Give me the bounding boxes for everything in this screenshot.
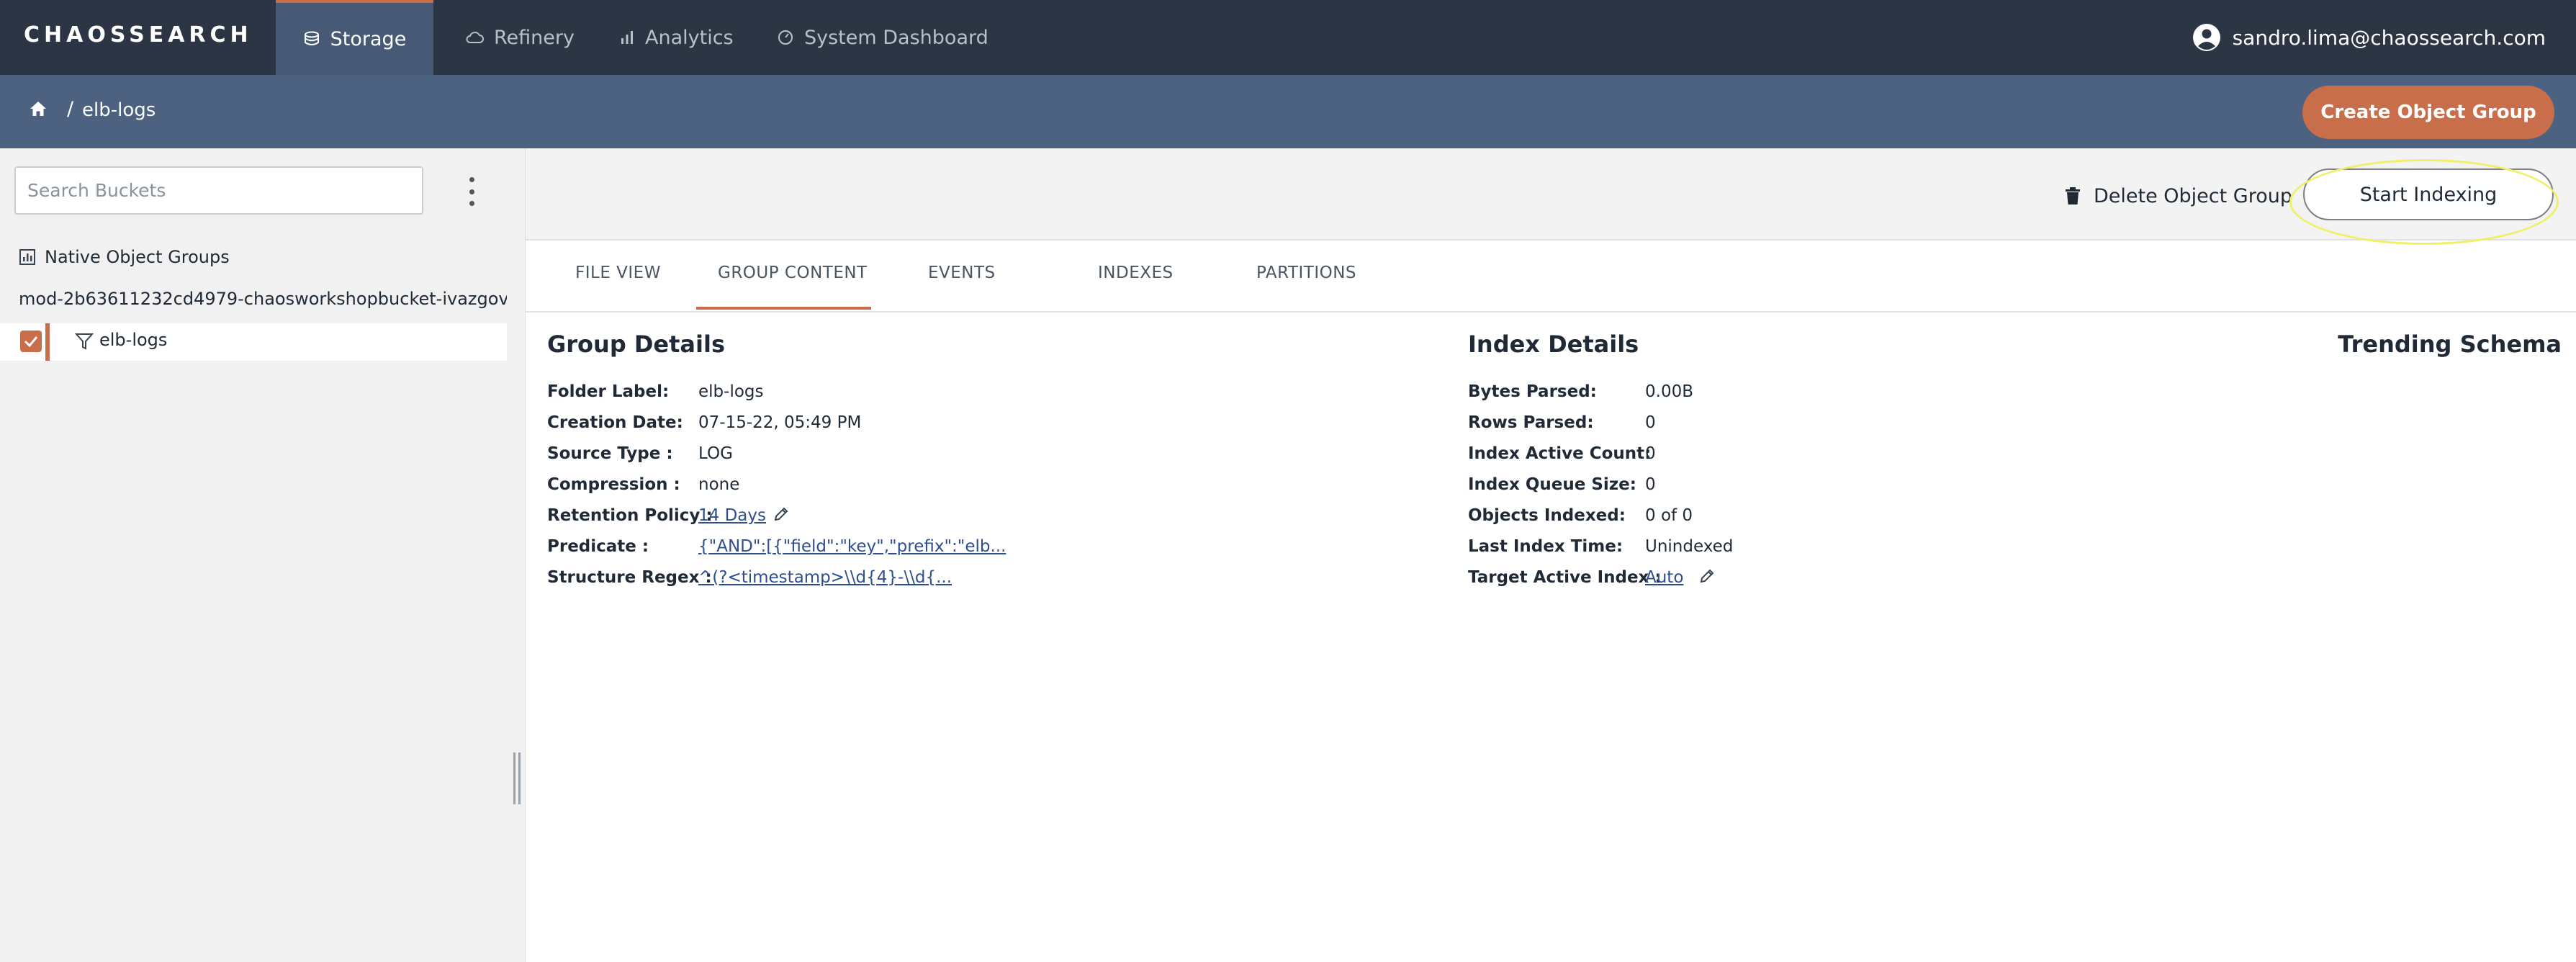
source-type-value: LOG bbox=[698, 444, 733, 463]
bytes-parsed-value: 0.00B bbox=[1645, 382, 1693, 401]
native-object-groups-label: Native Object Groups bbox=[45, 247, 230, 267]
delete-object-group-label: Delete Object Group bbox=[2094, 184, 2293, 207]
home-icon[interactable] bbox=[29, 100, 48, 120]
last-index-time-label: Last Index Time: bbox=[1468, 537, 1623, 556]
folder-label-label: Folder Label: bbox=[547, 382, 670, 401]
create-object-group-button[interactable]: Create Object Group bbox=[2302, 86, 2554, 139]
last-index-time-value: Unindexed bbox=[1645, 537, 1734, 556]
active-tab-indicator bbox=[696, 307, 871, 310]
retention-policy-label: Retention Policy : bbox=[547, 506, 713, 525]
compression-value: none bbox=[698, 475, 740, 494]
search-buckets-box bbox=[14, 166, 423, 215]
tab-events[interactable]: EVENTS bbox=[928, 264, 996, 282]
predicate-link[interactable]: {"AND":[{"field":"key","prefix":"elb... bbox=[698, 537, 1006, 556]
nav-system-dashboard-label: System Dashboard bbox=[804, 26, 988, 49]
predicate-label: Predicate : bbox=[547, 537, 649, 556]
structure-regex-label: Structure Regex : bbox=[547, 568, 712, 587]
check-icon bbox=[24, 336, 38, 348]
objects-indexed-label: Objects Indexed: bbox=[1468, 506, 1626, 525]
breadcrumb-bar bbox=[0, 75, 2576, 148]
nav-refinery[interactable]: Refinery bbox=[465, 0, 575, 75]
bar-chart-icon bbox=[621, 31, 633, 44]
index-active-count-value: 0 bbox=[1645, 444, 1656, 463]
dashboard-icon bbox=[778, 30, 793, 45]
bucket-label: mod-2b63611232cd4979-chaosworkshopbucket… bbox=[19, 289, 507, 309]
bytes-parsed-label: Bytes Parsed: bbox=[1468, 382, 1597, 401]
nav-storage-label: Storage bbox=[330, 27, 407, 50]
cloud-icon bbox=[466, 32, 484, 43]
breadcrumb-separator: / bbox=[67, 98, 74, 120]
target-active-index-link[interactable]: Auto bbox=[1645, 568, 1683, 587]
trending-schema-title: Trending Schema bbox=[2338, 331, 2562, 358]
chaossearch-logo[interactable]: CHAOSSEARCH bbox=[24, 22, 253, 48]
nav-refinery-label: Refinery bbox=[494, 26, 575, 49]
start-indexing-button[interactable]: Start Indexing bbox=[2303, 168, 2554, 220]
nav-storage[interactable]: Storage bbox=[276, 0, 433, 75]
tab-indexes[interactable]: INDEXES bbox=[1098, 264, 1174, 282]
index-active-count-label: Index Active Count: bbox=[1468, 444, 1652, 463]
sidebar bbox=[0, 148, 507, 962]
rows-parsed-value: 0 bbox=[1645, 413, 1656, 432]
edit-retention-pencil-icon[interactable] bbox=[773, 505, 790, 526]
index-queue-size-label: Index Queue Size: bbox=[1468, 475, 1636, 494]
bucket-tree-item[interactable]: mod-2b63611232cd4979-chaosworkshopbucket… bbox=[0, 287, 507, 311]
compression-label: Compression : bbox=[547, 475, 680, 494]
selected-indicator bbox=[45, 323, 50, 361]
search-buckets-input[interactable] bbox=[16, 168, 422, 213]
filter-icon bbox=[74, 332, 94, 354]
structure-regex-link[interactable]: ^(?<timestamp>\\d{4}-\\d{... bbox=[698, 568, 952, 587]
tab-group-content[interactable]: GROUP CONTENT bbox=[718, 264, 868, 282]
tab-file-view[interactable]: FILE VIEW bbox=[575, 264, 661, 282]
group-label[interactable]: elb-logs bbox=[99, 330, 167, 350]
creation-date-label: Creation Date: bbox=[547, 413, 683, 432]
splitter-grip[interactable] bbox=[513, 752, 515, 804]
objects-indexed-value: 0 of 0 bbox=[1645, 506, 1693, 525]
target-active-index-label: Target Active Index : bbox=[1468, 568, 1662, 587]
more-options-icon[interactable] bbox=[461, 177, 482, 206]
sidebar-splitter[interactable] bbox=[507, 148, 526, 962]
user-email: sandro.lima@chaossearch.com bbox=[2232, 25, 2546, 50]
creation-date-value: 07-15-22, 05:49 PM bbox=[698, 413, 862, 432]
tab-partitions[interactable]: PARTITIONS bbox=[1256, 264, 1356, 282]
folder-label-value: elb-logs bbox=[698, 382, 764, 401]
index-queue-size-value: 0 bbox=[1645, 475, 1656, 494]
chart-box-icon bbox=[19, 249, 35, 265]
nav-analytics[interactable]: Analytics bbox=[619, 0, 734, 75]
user-avatar-icon bbox=[2192, 24, 2220, 51]
rows-parsed-label: Rows Parsed: bbox=[1468, 413, 1594, 432]
delete-object-group-button[interactable]: Delete Object Group bbox=[2065, 181, 2292, 210]
index-details-title: Index Details bbox=[1468, 331, 1639, 358]
breadcrumb-current[interactable]: elb-logs bbox=[82, 99, 156, 121]
nav-analytics-label: Analytics bbox=[645, 26, 734, 49]
native-object-groups[interactable]: Native Object Groups bbox=[19, 245, 230, 269]
edit-target-index-pencil-icon[interactable] bbox=[1698, 567, 1716, 588]
user-menu[interactable]: sandro.lima@chaossearch.com bbox=[2192, 0, 2546, 75]
group-details-title: Group Details bbox=[547, 331, 725, 358]
nav-system-dashboard[interactable]: System Dashboard bbox=[777, 0, 988, 75]
trash-icon bbox=[2066, 187, 2080, 204]
storage-icon bbox=[304, 31, 319, 45]
retention-policy-link[interactable]: 14 Days bbox=[698, 506, 766, 525]
source-type-label: Source Type : bbox=[547, 444, 673, 463]
splitter-grip[interactable] bbox=[518, 752, 521, 804]
group-checkbox[interactable] bbox=[20, 331, 42, 352]
